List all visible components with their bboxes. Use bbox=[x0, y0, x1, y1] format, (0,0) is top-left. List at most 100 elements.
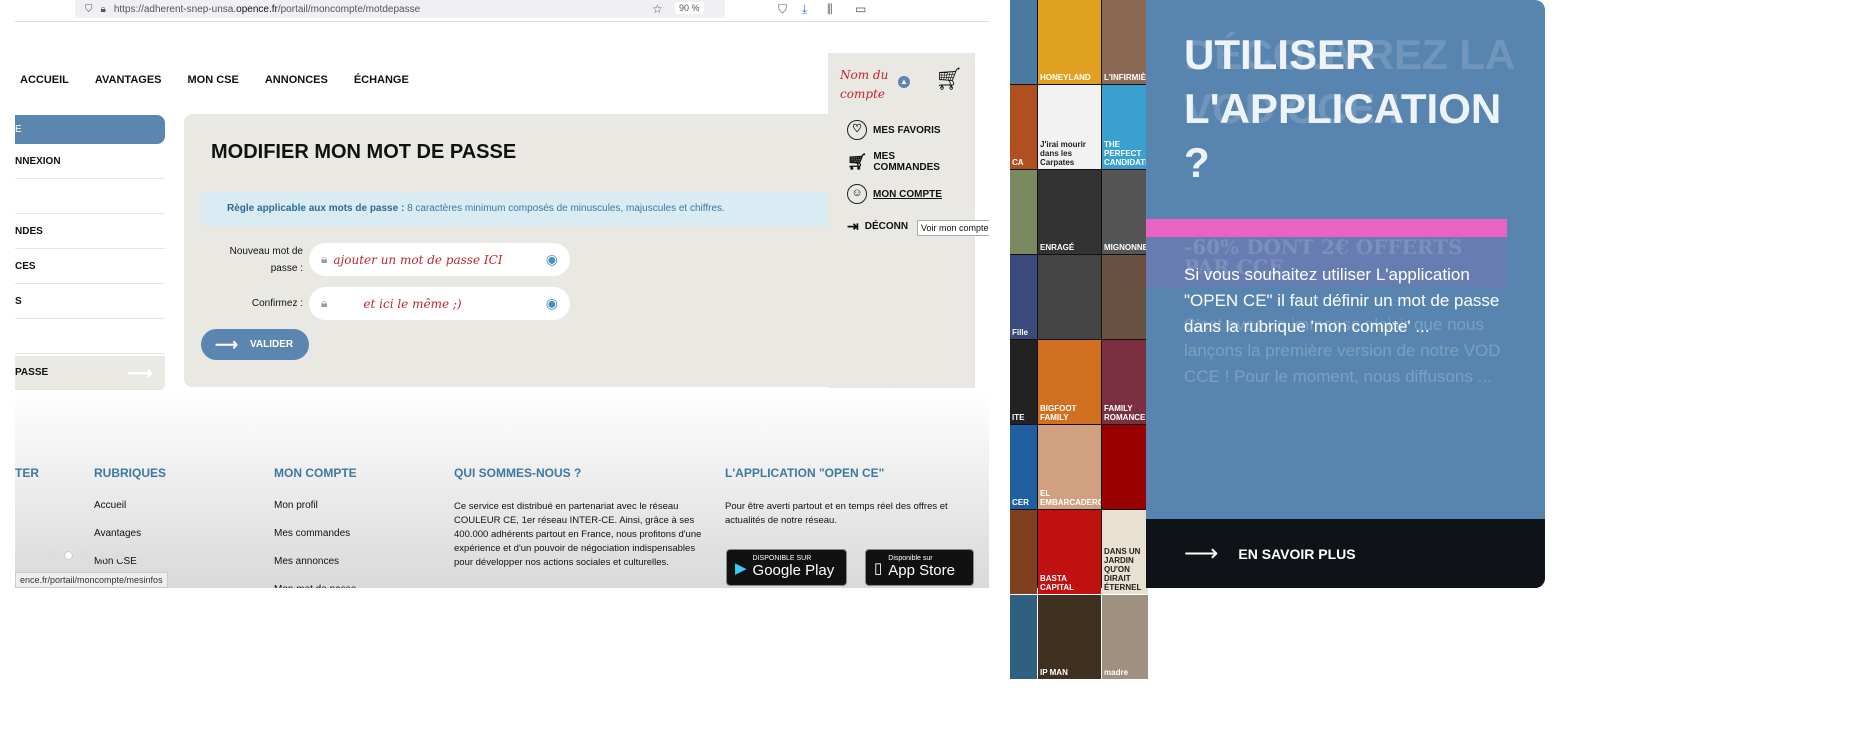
app-store-button[interactable]: ▯ Disponible sur App Store bbox=[865, 549, 974, 586]
arrow-right-icon: ⟶ bbox=[215, 336, 238, 354]
status-url: ence.fr/portail/moncompte/mesinfos bbox=[15, 572, 168, 588]
arrow-right-icon: ⟶ bbox=[1184, 540, 1219, 567]
footer-link[interactable]: Mes commandes bbox=[274, 520, 356, 548]
poster[interactable]: IP MAN bbox=[1038, 595, 1101, 679]
poster[interactable] bbox=[1010, 510, 1037, 594]
sidebar-item[interactable]: NNEXION bbox=[15, 144, 165, 179]
sidebar-item[interactable]: NDES bbox=[15, 214, 165, 249]
poster[interactable]: ENRAGÉ bbox=[1038, 170, 1101, 254]
menu-commandes[interactable]: 🛒︎ MES COMMANDES bbox=[847, 146, 947, 178]
dot[interactable] bbox=[47, 551, 56, 560]
cart-icon: 🛒︎ bbox=[847, 154, 868, 171]
sidebar-item[interactable]: CES bbox=[15, 249, 165, 284]
lock-icon: 🔒︎ bbox=[321, 252, 328, 266]
account-name[interactable]: Nom du compte bbox=[840, 66, 900, 104]
panel-title: UTILISER L'APPLICATION ? bbox=[1184, 31, 1502, 186]
phone-icon: ▯ bbox=[874, 559, 883, 577]
dot[interactable] bbox=[98, 551, 107, 560]
lock-icon: 🔒︎ bbox=[100, 3, 106, 15]
bookmark-star-icon[interactable]: ☆ bbox=[652, 2, 663, 16]
new-password-label: Nouveau mot de passe : bbox=[229, 246, 303, 274]
confirm-password-input[interactable]: 🔒︎ et ici le même ;) ◉ bbox=[309, 287, 570, 320]
url-bar[interactable]: ⛉ 🔒︎ https://adherent-snep-unsa.opence.fr… bbox=[75, 0, 725, 18]
menu-mon-compte[interactable]: ☺ MON COMPTE bbox=[847, 178, 947, 210]
password-rule: Règle applicable aux mots de passe : 8 c… bbox=[201, 192, 828, 226]
poster[interactable]: HONEYLAND bbox=[1038, 0, 1101, 84]
nav-avantages[interactable]: AVANTAGES bbox=[95, 74, 162, 86]
dot[interactable] bbox=[81, 551, 90, 560]
divider bbox=[15, 21, 989, 22]
cart-icon[interactable]: 🛒︎ bbox=[935, 66, 963, 92]
sidebar: E NNEXION NDES CES S PASSE ⟶ bbox=[15, 115, 165, 390]
footer-app-text: Pour être averti partout et en temps rée… bbox=[725, 501, 948, 526]
poster[interactable]: DANS UN JARDIN QU'ON DIRAIT ÉTERNEL bbox=[1102, 510, 1148, 594]
chevron-up-icon[interactable]: ▲ bbox=[898, 76, 910, 88]
tooltip: Voir mon compte bbox=[917, 220, 989, 236]
poster[interactable] bbox=[1010, 595, 1037, 679]
pocket-icon[interactable]: ⛉ bbox=[778, 2, 787, 17]
nav-mon-cse[interactable]: MON CSE bbox=[188, 74, 239, 86]
sidebar-item[interactable] bbox=[15, 179, 165, 214]
url: https://adherent-snep-unsa.opence.fr/por… bbox=[113, 3, 421, 15]
play-icon: ▶ bbox=[735, 559, 747, 577]
poster[interactable] bbox=[1102, 425, 1148, 509]
poster[interactable]: L'INFIRMIÈRE bbox=[1102, 0, 1148, 84]
poster[interactable] bbox=[1102, 255, 1148, 339]
poster-grid: HONEYLANDL'INFIRMIÈRE CAJ'irai mourir dan… bbox=[1010, 0, 1148, 679]
poster[interactable]: J'irai mourir dans les Carpates bbox=[1038, 85, 1101, 169]
poster[interactable]: BASTA CAPITAL bbox=[1038, 510, 1101, 594]
poster[interactable]: Fille bbox=[1010, 255, 1037, 339]
new-password-input[interactable]: 🔒︎ ajouter un mot de passe ICI ◉ bbox=[309, 243, 570, 276]
logout-icon: ⇥ bbox=[847, 217, 859, 234]
poster[interactable]: CA bbox=[1010, 85, 1037, 169]
heart-icon: ♡ bbox=[847, 120, 867, 140]
dot[interactable] bbox=[64, 551, 73, 560]
footer-link[interactable]: Accueil bbox=[94, 492, 141, 520]
poster[interactable] bbox=[1010, 170, 1037, 254]
footer-heading: QUI SOMMES-NOUS ? bbox=[454, 466, 582, 480]
poster[interactable]: EL EMBARCADERO bbox=[1038, 425, 1101, 509]
nav-annonces[interactable]: ANNONCES bbox=[265, 74, 328, 86]
poster[interactable]: BIGFOOT FAMILY bbox=[1038, 340, 1101, 424]
arrow-right-icon: ⟶ bbox=[127, 363, 153, 383]
footer-link[interactable]: Avantages bbox=[94, 520, 141, 548]
footer-link[interactable]: Mon mot de passe bbox=[274, 576, 356, 588]
poster[interactable]: CER bbox=[1010, 425, 1037, 509]
footer-heading: RUBRIQUES bbox=[94, 466, 167, 480]
poster[interactable] bbox=[1038, 255, 1101, 339]
carousel-dots bbox=[47, 551, 124, 560]
poster[interactable] bbox=[1010, 0, 1037, 84]
nav-accueil[interactable]: ACCUEIL bbox=[20, 74, 69, 86]
menu-favoris[interactable]: ♡ MES FAVORIS bbox=[847, 114, 947, 146]
website-screenshot: ⛉ 🔒︎ https://adherent-snep-unsa.opence.fr… bbox=[15, 0, 989, 588]
sidebar-item[interactable] bbox=[15, 319, 165, 354]
sidebar-header: E bbox=[15, 115, 165, 144]
dot[interactable] bbox=[115, 551, 124, 560]
poster[interactable]: madre bbox=[1102, 595, 1148, 679]
poster[interactable]: THE PERFECT CANDIDATE bbox=[1102, 85, 1148, 169]
promo-panel: DÉCOUVREZ LA VOD CCE ! UTILISER L'APPLIC… bbox=[1146, 0, 1545, 588]
sidebar-item-password[interactable]: PASSE ⟶ bbox=[15, 356, 165, 390]
page-title: MODIFIER MON MOT DE PASSE bbox=[211, 141, 517, 163]
learn-more-button[interactable]: ⟶ EN SAVOIR PLUS bbox=[1146, 519, 1545, 588]
zoom-level[interactable]: 90 % bbox=[675, 2, 704, 14]
poster[interactable]: MIGNONNES bbox=[1102, 170, 1148, 254]
lock-icon: 🔒︎ bbox=[321, 296, 328, 310]
footer-link[interactable]: Mes annonces bbox=[274, 548, 356, 576]
footer-heading: L'APPLICATION "OPEN CE" bbox=[725, 466, 885, 480]
library-icon[interactable]: ⫼ bbox=[827, 2, 833, 17]
eye-icon[interactable]: ◉ bbox=[546, 295, 558, 312]
nav-echange[interactable]: ÉCHANGE bbox=[354, 74, 409, 86]
eye-icon[interactable]: ◉ bbox=[546, 251, 558, 268]
poster[interactable]: ITE bbox=[1010, 340, 1037, 424]
footer-heading: MON COMPTE bbox=[274, 466, 357, 480]
sidebar-icon[interactable]: ▭ bbox=[855, 2, 866, 16]
confirm-label: Confirmez : bbox=[251, 298, 303, 309]
footer-about-text: Ce service est distribué en partenariat … bbox=[454, 501, 702, 568]
validate-button[interactable]: ⟶ VALIDER bbox=[201, 329, 309, 360]
sidebar-item[interactable]: S bbox=[15, 284, 165, 319]
footer-link[interactable]: Mon profil bbox=[274, 492, 356, 520]
google-play-button[interactable]: ▶ DISPONIBLE SUR Google Play bbox=[726, 549, 847, 586]
download-icon[interactable]: ⤓ bbox=[802, 2, 807, 17]
poster[interactable]: FAMILY ROMANCE bbox=[1102, 340, 1148, 424]
